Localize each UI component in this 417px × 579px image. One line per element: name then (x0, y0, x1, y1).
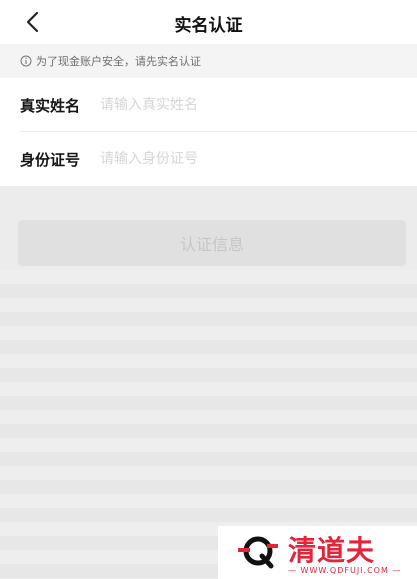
id-number-label: 身份证号 (20, 150, 81, 169)
info-icon (20, 55, 32, 67)
watermark: 清道夫 — WWW.QDFUJI.COM — (218, 526, 417, 579)
security-notice: 为了现金账户安全，请先实名认证 (0, 44, 417, 78)
nav-bar: 实名认证 (0, 0, 417, 44)
identity-form: 真实姓名 身份证号 (0, 78, 417, 186)
real-name-input[interactable] (100, 90, 390, 120)
real-name-label: 真实姓名 (20, 96, 81, 115)
verify-button[interactable]: 认证信息 (18, 220, 406, 266)
brand-logo-icon (238, 536, 278, 569)
id-number-row: 身份证号 (0, 132, 417, 186)
watermark-site: — WWW.QDFUJI.COM — (288, 566, 402, 575)
page-title: 实名认证 (174, 16, 243, 36)
notice-text: 为了现金账户安全，请先实名认证 (36, 55, 201, 68)
id-number-input[interactable] (100, 144, 390, 174)
watermark-brand: 清道夫 (288, 534, 376, 567)
real-name-row: 真实姓名 (0, 78, 417, 132)
